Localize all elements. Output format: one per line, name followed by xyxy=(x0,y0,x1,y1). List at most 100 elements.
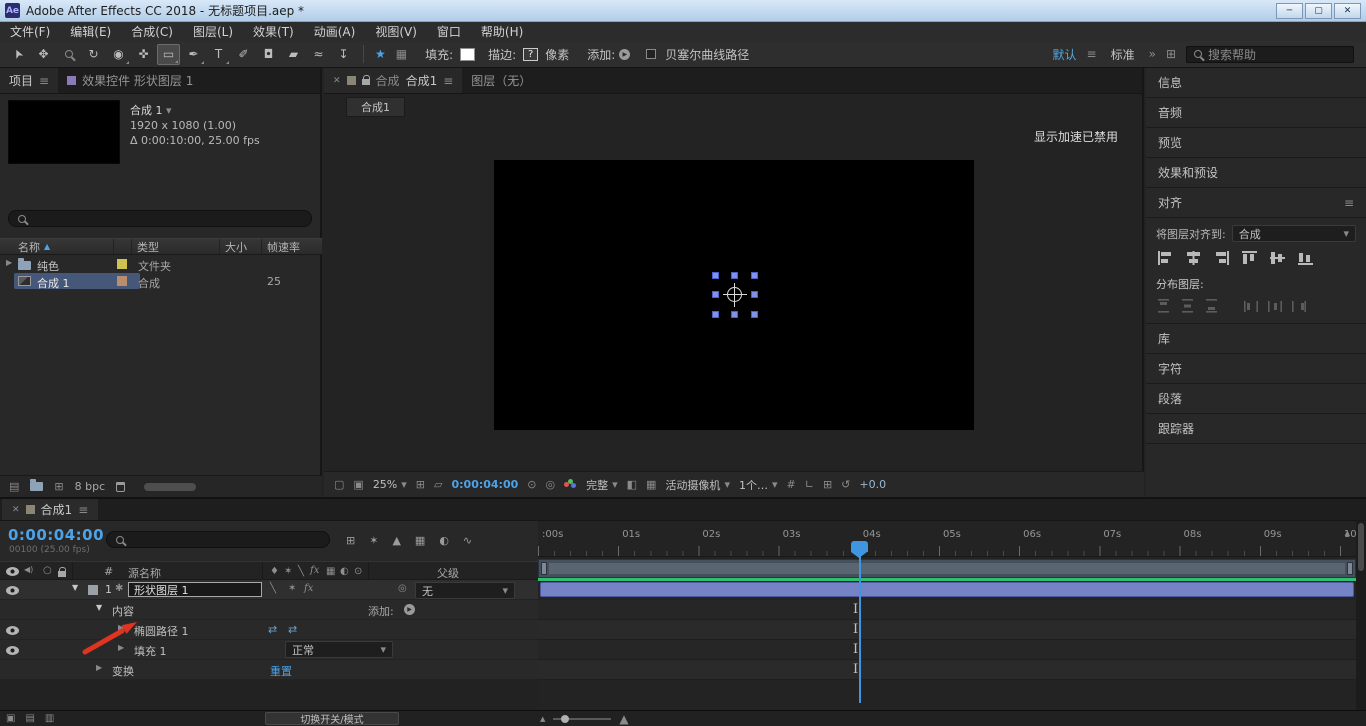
panel-tab-preview[interactable]: 预览 xyxy=(1146,128,1366,158)
timeline-track[interactable] xyxy=(538,600,1356,620)
align-right-button[interactable] xyxy=(1214,251,1229,265)
transform-label[interactable]: 变换 xyxy=(112,663,134,679)
delete-icon[interactable] xyxy=(116,482,125,492)
current-time-display[interactable]: 0:00:04:00 xyxy=(8,526,104,544)
reset-link[interactable]: 重置 xyxy=(270,663,292,679)
grid-guides-icon[interactable]: # xyxy=(787,478,796,491)
column-name[interactable]: 名称▲ xyxy=(0,239,113,254)
tool-creates-shape-icon[interactable]: ★ xyxy=(375,47,386,61)
shape-handle[interactable] xyxy=(751,291,758,298)
workspace-default[interactable]: 默认 xyxy=(1053,46,1077,63)
menu-view[interactable]: 视图(V) xyxy=(365,23,427,40)
close-tab-icon[interactable]: ✕ xyxy=(333,76,341,86)
show-channels-icon[interactable] xyxy=(564,479,577,490)
work-area-bar[interactable] xyxy=(538,559,1356,578)
audio-column-icon[interactable]: ◀) xyxy=(24,565,33,574)
hand-tool[interactable]: ✥ xyxy=(32,44,55,65)
layer-expand-toggle[interactable]: ▼ xyxy=(72,583,78,592)
minimize-button[interactable]: ─ xyxy=(1276,3,1303,19)
toggle-switches-modes-button[interactable]: 切换开关/模式 xyxy=(265,712,399,725)
path-direction-icon[interactable]: ⇄ xyxy=(288,623,297,636)
panel-menu-icon[interactable]: ≡ xyxy=(78,503,88,517)
motion-blur-icon[interactable]: ◐ xyxy=(439,534,449,547)
project-search-input[interactable] xyxy=(8,210,312,227)
preview-time[interactable]: 0:00:04:00 xyxy=(451,478,518,491)
new-folder-icon[interactable] xyxy=(30,482,43,491)
scrollbar-thumb[interactable] xyxy=(1358,523,1364,571)
tab-timeline-comp1[interactable]: ✕ 合成1 ≡ xyxy=(2,499,98,520)
timeline-zoom-control[interactable]: ▲ ▲ xyxy=(540,711,629,726)
mini-flowchart-icon[interactable]: ⊞ xyxy=(346,534,355,547)
contents-expand-toggle[interactable]: ▼ xyxy=(96,603,102,612)
maximize-button[interactable]: ▢ xyxy=(1305,3,1332,19)
tab-project[interactable]: 项目 ≡ xyxy=(0,68,58,93)
shape-handle[interactable] xyxy=(751,272,758,279)
shy-switch-icon[interactable]: ♦ xyxy=(270,566,279,577)
lock-icon[interactable] xyxy=(362,79,370,85)
tab-layer[interactable]: 图层（无） xyxy=(462,68,540,93)
path-direction-icon[interactable]: ⇄ xyxy=(268,623,277,636)
adjustment-switch-icon[interactable]: ◐ xyxy=(340,566,349,577)
magnification-select[interactable]: 25%▾ xyxy=(373,478,407,491)
menu-composition[interactable]: 合成(C) xyxy=(121,23,183,40)
parent-select[interactable]: 无▾ xyxy=(415,582,515,599)
panel-menu-icon[interactable]: ≡ xyxy=(1344,196,1354,210)
panel-menu-icon[interactable]: ≡ xyxy=(443,74,453,88)
pan-behind-tool[interactable]: ✜ xyxy=(132,44,155,65)
zoom-in-icon[interactable]: ▲ xyxy=(619,712,628,726)
distribute-vertical-center-button[interactable] xyxy=(1180,299,1195,313)
camera-select[interactable]: 活动摄像机▾ xyxy=(665,477,730,493)
panel-tab-tracker[interactable]: 跟踪器 xyxy=(1146,414,1366,444)
expand-transfer-controls-icon[interactable]: ▤ xyxy=(25,713,34,724)
fx-switch[interactable]: fx xyxy=(304,583,313,594)
stroke-color-swatch[interactable]: ? xyxy=(523,48,538,61)
hide-shy-icon[interactable]: ▲ xyxy=(392,534,400,547)
roto-brush-tool[interactable]: ≈ xyxy=(307,44,330,65)
puppet-pin-tool[interactable]: ↧ xyxy=(332,44,355,65)
column-size[interactable]: 大小 xyxy=(219,239,261,254)
primary-viewer-icon[interactable]: ▣ xyxy=(353,478,363,491)
panel-tab-audio[interactable]: 音频 xyxy=(1146,98,1366,128)
tab-effect-controls[interactable]: 效果控件 形状图层 1 xyxy=(58,68,202,93)
blend-mode-select[interactable]: 正常▾ xyxy=(285,641,393,658)
zoom-slider-knob[interactable] xyxy=(561,715,569,723)
panel-tab-align[interactable]: 对齐 ≡ xyxy=(1146,188,1366,218)
label-color-swatch[interactable] xyxy=(117,259,127,269)
resolution-select[interactable]: 完整▾ xyxy=(586,477,618,493)
bezier-checkbox[interactable] xyxy=(646,49,656,59)
panel-tab-paragraph[interactable]: 段落 xyxy=(1146,384,1366,414)
view-layout-select[interactable]: 1个…▾ xyxy=(739,477,778,493)
timeline-track[interactable] xyxy=(538,620,1356,640)
align-bottom-button[interactable] xyxy=(1298,251,1313,265)
workspace-switcher-icon[interactable]: ⊞ xyxy=(1166,47,1176,61)
column-type[interactable]: 类型 xyxy=(131,239,219,254)
source-name-column-header[interactable]: 源名称 xyxy=(128,565,161,581)
layer-duration-bar[interactable] xyxy=(540,582,1354,597)
always-preview-icon[interactable]: ▢ xyxy=(334,478,344,491)
color-depth-button[interactable]: 8 bpc xyxy=(75,480,106,493)
shape-handle[interactable] xyxy=(731,311,738,318)
brush-tool[interactable]: ✐ xyxy=(232,44,255,65)
fx-switch-icon[interactable]: fx xyxy=(310,565,319,576)
snapshot-icon[interactable]: ⊙ xyxy=(527,478,536,491)
roi-icon[interactable]: ◧ xyxy=(627,478,637,491)
video-column-icon[interactable] xyxy=(6,567,19,576)
selected-shape[interactable] xyxy=(712,272,758,318)
menu-file[interactable]: 文件(F) xyxy=(0,23,60,40)
timeline-search-input[interactable] xyxy=(106,531,330,548)
rotation-tool[interactable]: ↻ xyxy=(82,44,105,65)
clone-stamp-tool[interactable]: ◘ xyxy=(257,44,280,65)
quality-switch-icon[interactable]: ╲ xyxy=(298,566,304,577)
menu-window[interactable]: 窗口 xyxy=(427,23,471,40)
new-composition-icon[interactable]: ⊞ xyxy=(54,480,63,493)
quality-switch[interactable]: ╲ xyxy=(270,583,276,594)
panel-tab-character[interactable]: 字符 xyxy=(1146,354,1366,384)
distribute-left-button[interactable] xyxy=(1244,299,1259,313)
zoom-slider[interactable] xyxy=(553,718,611,720)
transparency-grid-icon[interactable]: ▦ xyxy=(646,478,656,491)
solo-column-icon[interactable]: ○ xyxy=(43,565,52,576)
align-left-button[interactable] xyxy=(1158,251,1173,265)
type-tool[interactable]: T xyxy=(207,44,230,65)
draft-3d-icon[interactable]: ✶ xyxy=(369,534,378,547)
work-area-end-handle[interactable] xyxy=(1347,562,1353,575)
